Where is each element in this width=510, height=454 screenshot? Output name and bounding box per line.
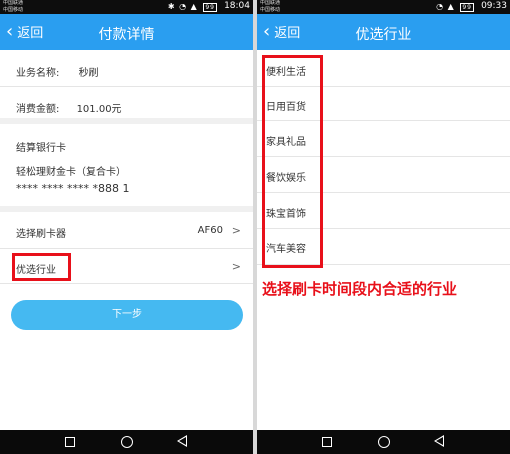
- back-nav-icon[interactable]: [434, 435, 444, 447]
- divider: [0, 248, 253, 249]
- amount-value: 101.00元: [76, 104, 122, 115]
- chevron-right-icon: >: [231, 224, 241, 237]
- status-bar: 中国联通 中国移动 ✱ ◔ ▲ 99 18:04: [0, 0, 253, 14]
- divider: [0, 86, 253, 87]
- wifi-icon: ◔: [179, 2, 188, 11]
- title-bar: ‹ 返回 优选行业: [257, 14, 510, 50]
- battery-icon: 99: [203, 3, 217, 12]
- amount-label: 消费金额:: [16, 104, 60, 115]
- home-icon[interactable]: [378, 436, 390, 448]
- navigation-bar: [0, 430, 253, 454]
- divider: [0, 283, 253, 284]
- carrier-2: 中国移动: [3, 7, 24, 13]
- chevron-right-icon: >: [231, 260, 241, 273]
- section-gap: [0, 118, 253, 124]
- page-title: 优选行业: [355, 27, 412, 43]
- carrier-1: 中国联通: [260, 0, 281, 6]
- status-icons: ◔ ▲ 99: [436, 2, 474, 12]
- carrier-labels: 中国联通 中国移动: [260, 0, 280, 14]
- back-nav-icon[interactable]: [177, 435, 187, 447]
- title-bar: ‹ 返回 付款详情: [0, 14, 253, 50]
- carrier-2: 中国移动: [260, 7, 281, 13]
- highlight-box-preferred-industry: [12, 253, 71, 281]
- clock: 09:33: [481, 1, 507, 11]
- next-button[interactable]: 下一步: [11, 300, 243, 330]
- carrier-labels: 中国联通 中国移动: [3, 0, 23, 14]
- select-reader-value: AF60: [197, 225, 223, 236]
- highlight-box-industry-list: [262, 55, 323, 268]
- status-bar: 中国联通 中国移动 ◔ ▲ 99 09:33: [257, 0, 510, 14]
- page-title: 付款详情: [98, 27, 155, 43]
- home-icon[interactable]: [121, 436, 133, 448]
- carrier-1: 中国联通: [3, 0, 24, 6]
- status-icons: ✱ ◔ ▲ 99: [168, 2, 217, 12]
- clock: 18:04: [224, 1, 250, 11]
- bank-card-name: 轻松理财金卡（复合卡）: [16, 167, 126, 178]
- battery-icon: 99: [460, 3, 474, 12]
- bank-card-number: **** **** **** *888 1: [16, 182, 130, 195]
- signal-icon: ▲: [190, 2, 198, 11]
- wifi-icon: ◔: [436, 2, 445, 11]
- recent-apps-icon[interactable]: [322, 437, 332, 447]
- business-name-label: 业务名称:: [16, 68, 60, 79]
- recent-apps-icon[interactable]: [65, 437, 75, 447]
- select-reader-row[interactable]: 选择刷卡器 AF60 >: [0, 215, 253, 247]
- business-name-row: 业务名称: 秒刷: [16, 64, 253, 79]
- section-gap: [0, 206, 253, 212]
- navigation-bar: [257, 430, 510, 454]
- amount-row: 消费金额: 101.00元: [16, 100, 253, 115]
- bank-card-label: 结算银行卡: [16, 143, 66, 154]
- signal-icon: ▲: [447, 2, 455, 11]
- payment-details-screen: 中国联通 中国移动 ✱ ◔ ▲ 99 18:04 ‹ 返回 付款详情 业务名称:…: [0, 0, 253, 454]
- bluetooth-icon: ✱: [167, 2, 176, 11]
- instruction-caption: 选择刷卡时间段内合适的行业: [262, 280, 458, 298]
- select-reader-label: 选择刷卡器: [16, 229, 66, 240]
- business-name-value: 秒刷: [78, 68, 99, 79]
